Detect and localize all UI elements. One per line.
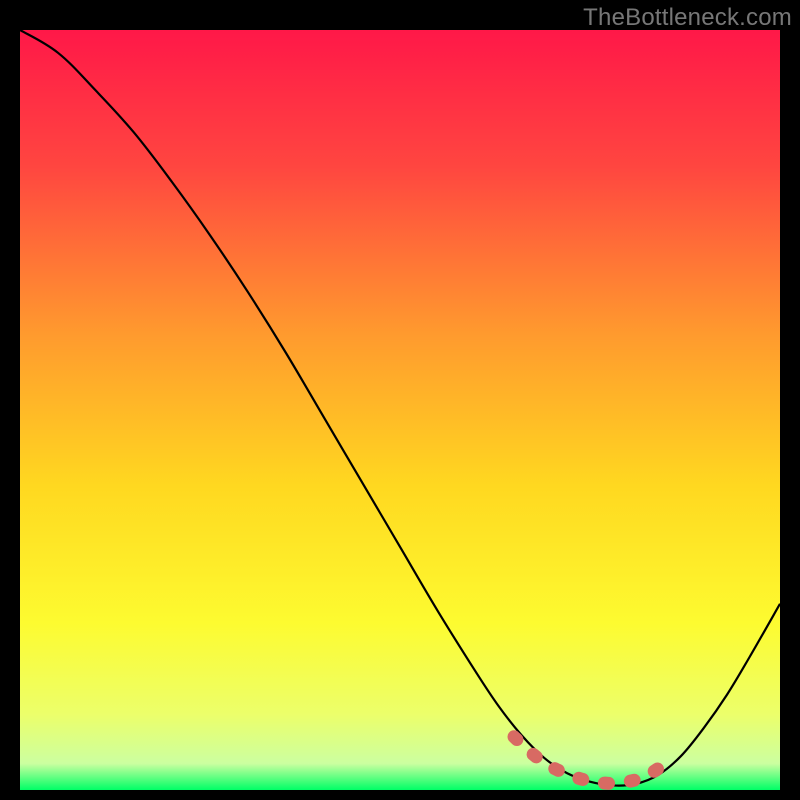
chart-svg: [20, 30, 780, 790]
chart-frame: TheBottleneck.com: [0, 0, 800, 800]
gradient-background: [20, 30, 780, 790]
watermark-text: TheBottleneck.com: [583, 4, 792, 32]
plot-area: [20, 30, 780, 790]
